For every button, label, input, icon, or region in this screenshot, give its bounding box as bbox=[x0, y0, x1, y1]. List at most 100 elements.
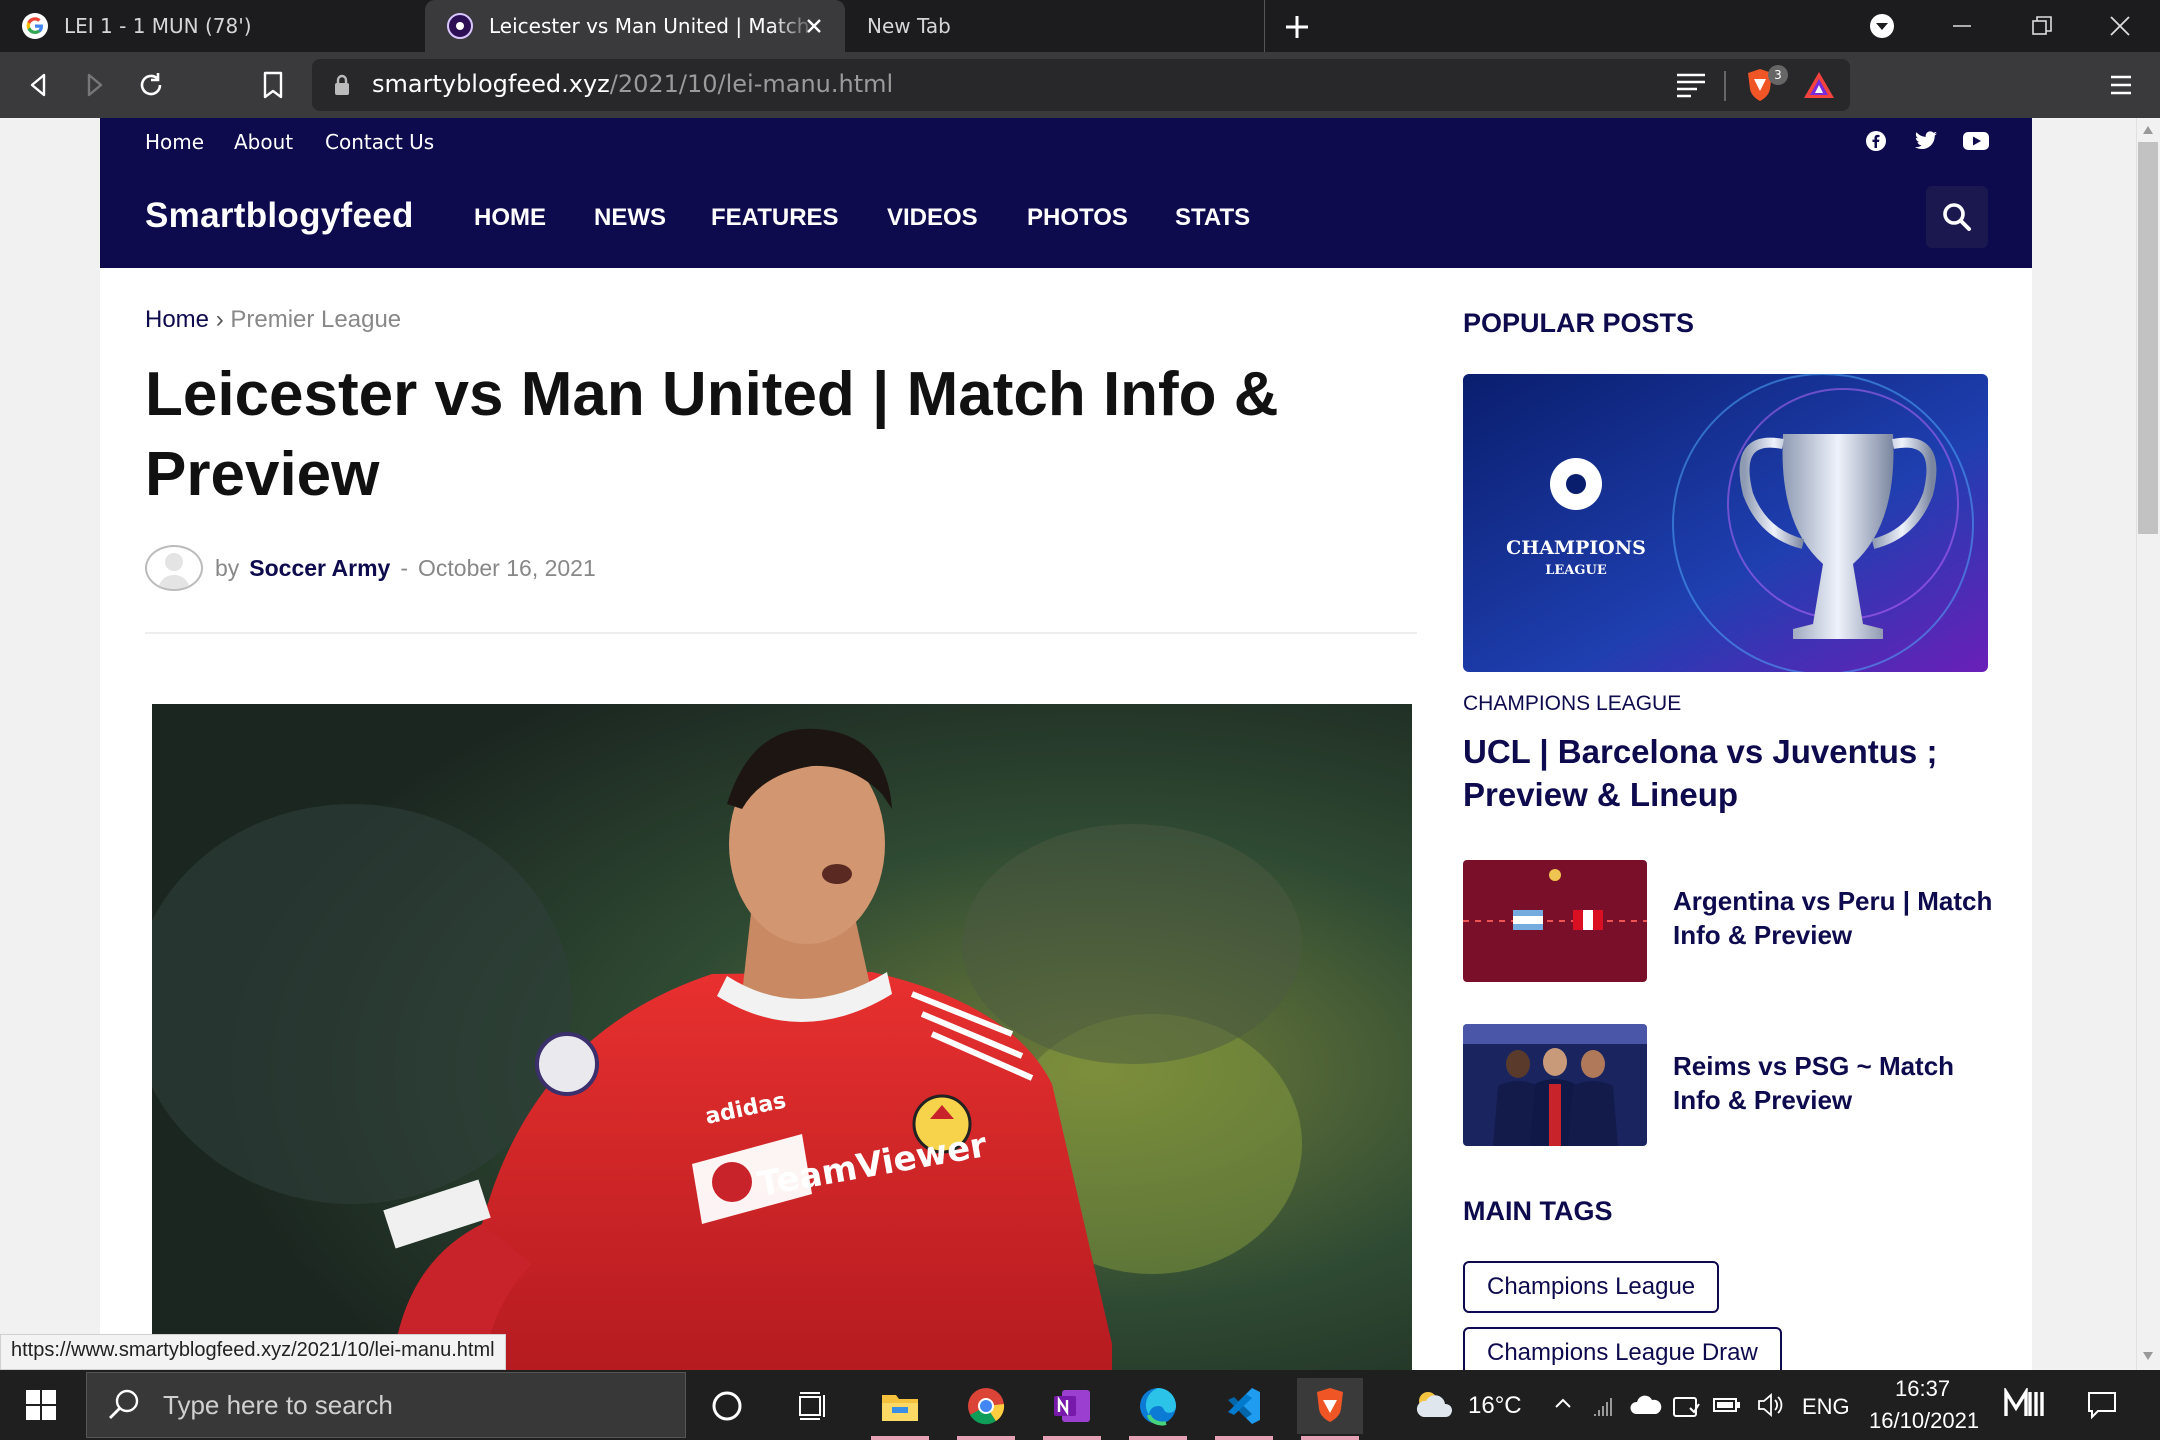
taskbar-active-indicator bbox=[1129, 1436, 1187, 1440]
task-view-icon[interactable] bbox=[780, 1378, 846, 1434]
featured-post-image[interactable]: CHAMPIONS LEAGUE bbox=[1463, 374, 1988, 672]
weather-icon[interactable] bbox=[1414, 1389, 1454, 1419]
tab-new-tab[interactable]: New Tab bbox=[845, 0, 1265, 52]
scrollbar-thumb[interactable] bbox=[2138, 142, 2158, 534]
lock-icon bbox=[332, 73, 352, 97]
featured-logo-text-1: CHAMPIONS bbox=[1506, 537, 1646, 559]
article-hero-image: TeamViewer adidas bbox=[152, 704, 1412, 1370]
close-tab-icon[interactable] bbox=[801, 13, 827, 39]
toplink-about[interactable]: About bbox=[234, 130, 293, 154]
url-host: smartyblogfeed.xyz bbox=[372, 70, 610, 98]
clock-time[interactable]: 16:37 bbox=[1895, 1376, 1950, 1402]
tab-google-score[interactable]: LEI 1 - 1 MUN (78') bbox=[0, 0, 425, 52]
twitter-icon[interactable] bbox=[1914, 131, 1938, 151]
breadcrumb-section[interactable]: Premier League bbox=[230, 306, 401, 333]
post-thumbnail-reims-psg[interactable] bbox=[1463, 1024, 1647, 1146]
battery-icon[interactable] bbox=[1712, 1394, 1742, 1416]
cortana-icon[interactable] bbox=[694, 1378, 760, 1434]
taskbar-active-indicator bbox=[1215, 1436, 1273, 1440]
edge-icon[interactable] bbox=[1125, 1378, 1191, 1440]
taskbar-active-indicator bbox=[1301, 1436, 1359, 1440]
site-logo[interactable]: Smartblogyfeed bbox=[145, 196, 414, 236]
tag-champions-league[interactable]: Champions League bbox=[1463, 1261, 1720, 1313]
breadcrumb-home[interactable]: Home bbox=[145, 306, 209, 333]
breadcrumb-separator: › bbox=[215, 306, 224, 333]
author-name[interactable]: Soccer Army bbox=[249, 555, 390, 582]
post-title-argentina-peru[interactable]: Argentina vs Peru | Match Info & Preview bbox=[1673, 884, 1993, 952]
url-path: /2021/10/lei-manu.html bbox=[609, 70, 894, 98]
menu-icon[interactable] bbox=[2102, 66, 2140, 104]
taskbar-active-indicator bbox=[957, 1436, 1015, 1440]
file-explorer-icon[interactable] bbox=[867, 1378, 933, 1440]
chrome-icon[interactable] bbox=[953, 1378, 1019, 1440]
minimize-icon[interactable] bbox=[1922, 0, 2002, 52]
nav-photos[interactable]: PHOTOS bbox=[1027, 204, 1128, 232]
author-avatar[interactable] bbox=[145, 545, 203, 591]
vscode-icon[interactable] bbox=[1211, 1378, 1277, 1440]
tab-active-article[interactable]: Leicester vs Man United | Match Info & P… bbox=[425, 0, 845, 52]
medium-app-icon[interactable] bbox=[2004, 1388, 2044, 1420]
post-thumbnail-argentina-peru[interactable] bbox=[1463, 860, 1647, 982]
onenote-icon[interactable] bbox=[1039, 1378, 1105, 1440]
youtube-icon[interactable] bbox=[1963, 132, 1989, 150]
nav-stats[interactable]: STATS bbox=[1175, 204, 1250, 232]
article-title: Leicester vs Man United | Match Info & P… bbox=[145, 360, 1279, 509]
site-search-button[interactable] bbox=[1926, 186, 1988, 248]
taskbar-search-placeholder: Type here to search bbox=[163, 1389, 393, 1420]
popular-posts-heading: POPULAR POSTS bbox=[1463, 308, 1695, 338]
back-icon[interactable] bbox=[20, 66, 58, 104]
clock-date[interactable]: 16/10/2021 bbox=[1869, 1408, 1979, 1434]
link-status-bar: https://www.smartyblogfeed.xyz/2021/10/l… bbox=[0, 1334, 506, 1370]
url-text: smartyblogfeed.xyz/2021/10/lei-manu.html bbox=[372, 70, 893, 98]
tab-title: LEI 1 - 1 MUN (78') bbox=[64, 14, 252, 38]
tab-title: New Tab bbox=[867, 14, 951, 38]
toplink-contact[interactable]: Contact Us bbox=[325, 130, 434, 154]
byline-dash: - bbox=[400, 554, 409, 581]
article-byline: by Soccer Army - October 16, 2021 bbox=[145, 545, 596, 591]
article-date: October 16, 2021 bbox=[418, 554, 596, 581]
search-icon bbox=[1943, 203, 1971, 231]
weather-temperature[interactable]: 16°C bbox=[1468, 1392, 1522, 1420]
reader-mode-icon[interactable] bbox=[1675, 71, 1707, 99]
site-favicon-icon bbox=[447, 13, 473, 39]
security-icon[interactable] bbox=[1672, 1392, 1700, 1420]
shields-count-badge: 3 bbox=[1768, 65, 1788, 85]
close-window-icon[interactable] bbox=[2080, 0, 2160, 52]
breadcrumb: Home › Premier League bbox=[145, 306, 401, 334]
brave-taskbar-icon[interactable] bbox=[1297, 1378, 1363, 1440]
new-tab-button[interactable] bbox=[1280, 10, 1314, 44]
nav-features[interactable]: FEATURES bbox=[711, 204, 839, 232]
google-icon bbox=[22, 13, 48, 39]
nav-news[interactable]: NEWS bbox=[594, 204, 666, 232]
nav-videos[interactable]: VIDEOS bbox=[887, 204, 978, 232]
volume-icon[interactable] bbox=[1756, 1392, 1784, 1418]
nav-home[interactable]: HOME bbox=[474, 204, 546, 232]
brave-rewards-icon[interactable] bbox=[1802, 69, 1836, 101]
taskbar-active-indicator bbox=[871, 1436, 929, 1440]
restore-icon[interactable] bbox=[2002, 0, 2082, 52]
main-tags-heading: MAIN TAGS bbox=[1463, 1196, 1613, 1226]
taskbar-search-box[interactable]: Type here to search bbox=[86, 1372, 686, 1438]
taskbar-active-indicator bbox=[1043, 1436, 1101, 1440]
toolbar-divider bbox=[1724, 71, 1726, 101]
onedrive-icon[interactable] bbox=[1630, 1394, 1662, 1416]
language-indicator[interactable]: ENG bbox=[1802, 1394, 1850, 1420]
tab-title: Leicester vs Man United | Match Info & P… bbox=[489, 14, 819, 38]
bookmark-icon[interactable] bbox=[254, 66, 292, 104]
post-title-reims-psg[interactable]: Reims vs PSG ~ Match Info & Preview bbox=[1673, 1049, 1993, 1117]
forward-icon[interactable] bbox=[75, 66, 113, 104]
address-bar[interactable]: smartyblogfeed.xyz/2021/10/lei-manu.html… bbox=[312, 59, 1850, 111]
tab-search-icon[interactable] bbox=[1842, 0, 1922, 52]
byline-divider bbox=[145, 632, 1417, 634]
facebook-icon[interactable] bbox=[1865, 130, 1887, 152]
featured-post-title[interactable]: UCL | Barcelona vs Juventus ; Preview & … bbox=[1463, 730, 1988, 816]
search-icon bbox=[109, 1389, 139, 1419]
featured-post-category[interactable]: CHAMPIONS LEAGUE bbox=[1463, 692, 1681, 716]
chevron-up-icon[interactable] bbox=[1554, 1396, 1572, 1410]
toplink-home[interactable]: Home bbox=[145, 130, 204, 154]
network-icon[interactable] bbox=[1592, 1394, 1616, 1418]
byline-by: by bbox=[215, 554, 240, 581]
notifications-icon[interactable] bbox=[2086, 1390, 2118, 1420]
windows-start-icon[interactable] bbox=[24, 1388, 58, 1422]
reload-icon[interactable] bbox=[132, 66, 170, 104]
